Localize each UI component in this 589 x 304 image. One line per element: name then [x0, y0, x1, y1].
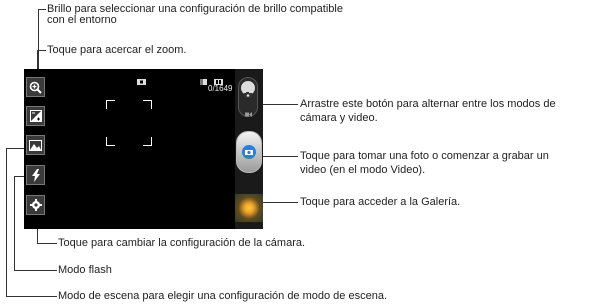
leader-flash-bottom	[14, 270, 57, 271]
callout-scene: Modo de escena para elegir una configura…	[58, 290, 388, 302]
storage-status-icon	[200, 72, 207, 90]
camera-mode-status-icon	[137, 72, 146, 90]
scene-mode-button[interactable]	[26, 135, 45, 155]
scene-mode-icon	[29, 139, 42, 151]
leader-flash-v	[14, 176, 15, 270]
focus-corner-br	[143, 137, 152, 146]
brightness-button[interactable]	[26, 106, 45, 126]
leader-brightness-h	[38, 9, 46, 10]
callout-mode-switch-line2: cámara y video.	[300, 112, 378, 124]
photo-counter: 0/1649	[208, 84, 233, 93]
callout-brightness-line2: con el entorno	[47, 14, 117, 26]
focus-corner-tr	[143, 100, 152, 109]
shutter-camera-icon	[242, 145, 256, 159]
callout-settings: Toque para cambiar la configuración de l…	[58, 237, 306, 249]
leader-scene-v	[6, 148, 7, 296]
focus-corner-bl	[106, 137, 115, 146]
camera-viewfinder: 0/1649	[24, 69, 263, 229]
callout-flash: Modo flash	[58, 264, 112, 276]
focus-corner-tl	[106, 100, 115, 109]
callout-mode-switch-line1: Arrastre este botón para alternar entre …	[300, 98, 556, 110]
leader-shutter	[258, 156, 298, 157]
video-icon	[245, 104, 252, 122]
camera-control-panel	[235, 69, 263, 229]
callout-shutter-line1: Toque para tomar una foto o comenzar a g…	[300, 150, 549, 162]
flash-icon	[31, 168, 41, 182]
leader-scene-bottom	[6, 296, 57, 297]
brightness-icon	[29, 110, 42, 122]
settings-button[interactable]	[26, 195, 45, 215]
leader-flash-top	[14, 176, 24, 177]
shutter-button[interactable]	[236, 131, 262, 173]
camera-icon	[244, 85, 252, 103]
leader-zoom-v	[37, 50, 38, 71]
focus-frame	[106, 100, 152, 146]
zoom-in-icon	[29, 81, 42, 94]
gallery-thumbnail[interactable]	[235, 194, 263, 222]
gear-icon	[29, 199, 42, 211]
leader-gallery	[262, 202, 298, 203]
leader-settings-h	[37, 243, 57, 244]
leader-zoom-h	[37, 50, 46, 51]
camera-video-mode-switch[interactable]	[238, 77, 258, 117]
zoom-button[interactable]	[26, 77, 45, 97]
mode-switch-knob[interactable]	[241, 81, 255, 98]
leader-scene-top	[6, 148, 24, 149]
flash-button[interactable]	[26, 165, 45, 185]
callout-shutter-line2: video (en el modo Video).	[300, 164, 426, 176]
callout-zoom: Toque para acercar el zoom.	[47, 44, 187, 56]
callout-gallery: Toque para acceder a la Galería.	[300, 196, 461, 208]
